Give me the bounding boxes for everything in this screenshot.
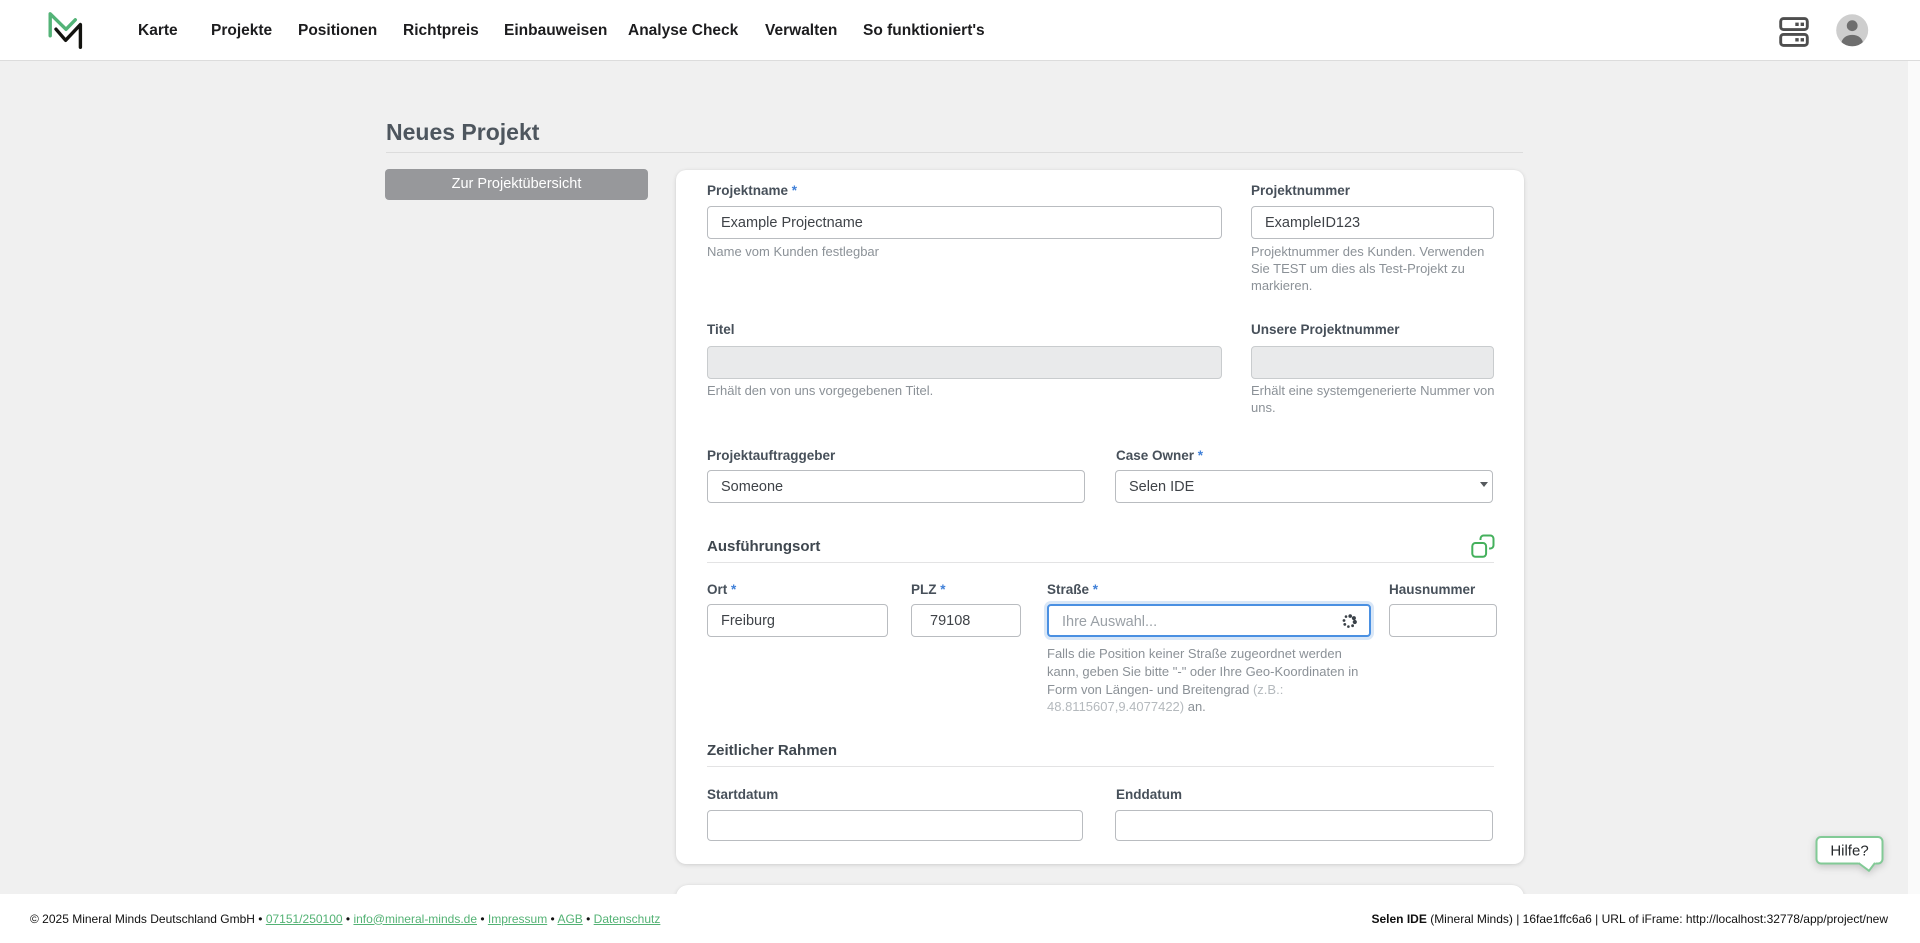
svg-text:Hilfe?: Hilfe?	[1830, 843, 1868, 860]
